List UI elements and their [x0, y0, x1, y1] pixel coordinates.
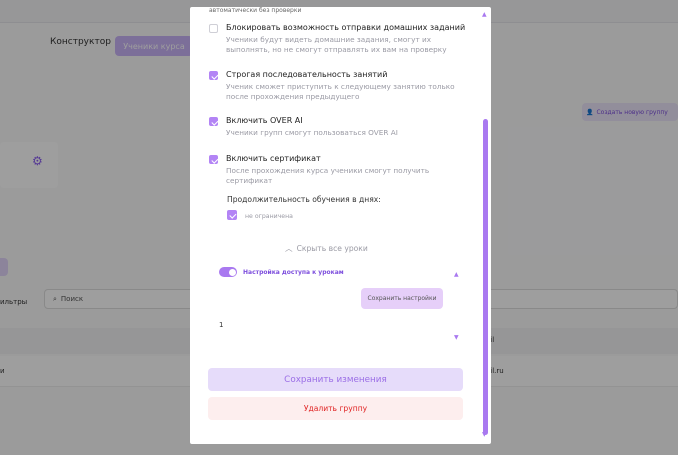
- inner-scroll-down-arrow[interactable]: ▼: [454, 334, 459, 341]
- checkbox-certificate[interactable]: [209, 155, 218, 164]
- inner-scroll-up-arrow[interactable]: ▲: [454, 271, 459, 278]
- scroll-up-arrow[interactable]: ▲: [482, 11, 487, 18]
- option-title: Строгая последовательность занятий: [226, 70, 388, 79]
- scrollbar-thumb[interactable]: [483, 119, 488, 435]
- option-description: Ученики будут видеть домашние задания, с…: [226, 35, 447, 54]
- checkbox-over-ai[interactable]: [209, 117, 218, 126]
- checkbox-strict-sequence[interactable]: [209, 71, 218, 80]
- access-toggle-label: Настройка доступа к урокам: [243, 269, 344, 276]
- access-toggle-switch[interactable]: [219, 267, 237, 277]
- checkbox-block-homework[interactable]: [209, 24, 218, 33]
- group-settings-modal: автоматически без проверки Блокировать в…: [190, 7, 491, 444]
- scroll-down-arrow[interactable]: ▼: [482, 431, 487, 438]
- option-title: Блокировать возможность отправки домашни…: [226, 23, 466, 32]
- unlimited-label: не ограничена: [245, 213, 293, 220]
- lesson-number: 1: [219, 321, 224, 329]
- save-changes-button[interactable]: Сохранить изменения: [208, 368, 463, 391]
- option-description: Ученик сможет приступить к следующему за…: [226, 82, 455, 101]
- delete-group-button[interactable]: Удалить группу: [208, 397, 463, 420]
- save-settings-button[interactable]: Сохранить настройки: [361, 288, 443, 309]
- option-description: После прохождения курса ученики смогут п…: [226, 166, 430, 185]
- cut-off-description: автоматически без проверки: [209, 7, 302, 14]
- chevron-up-icon: ︿: [285, 244, 293, 253]
- hide-lessons-toggle[interactable]: ︿ Скрыть все уроки: [285, 243, 368, 254]
- checkbox-unlimited[interactable]: [227, 210, 237, 220]
- option-title: Включить сертификат: [226, 154, 321, 163]
- hide-lessons-label: Скрыть все уроки: [296, 244, 368, 253]
- option-description: Ученики групп смогут пользоваться OVER A…: [226, 128, 398, 137]
- duration-label: Продолжительность обучения в днях:: [227, 195, 381, 204]
- option-title: Включить OVER AI: [226, 116, 303, 125]
